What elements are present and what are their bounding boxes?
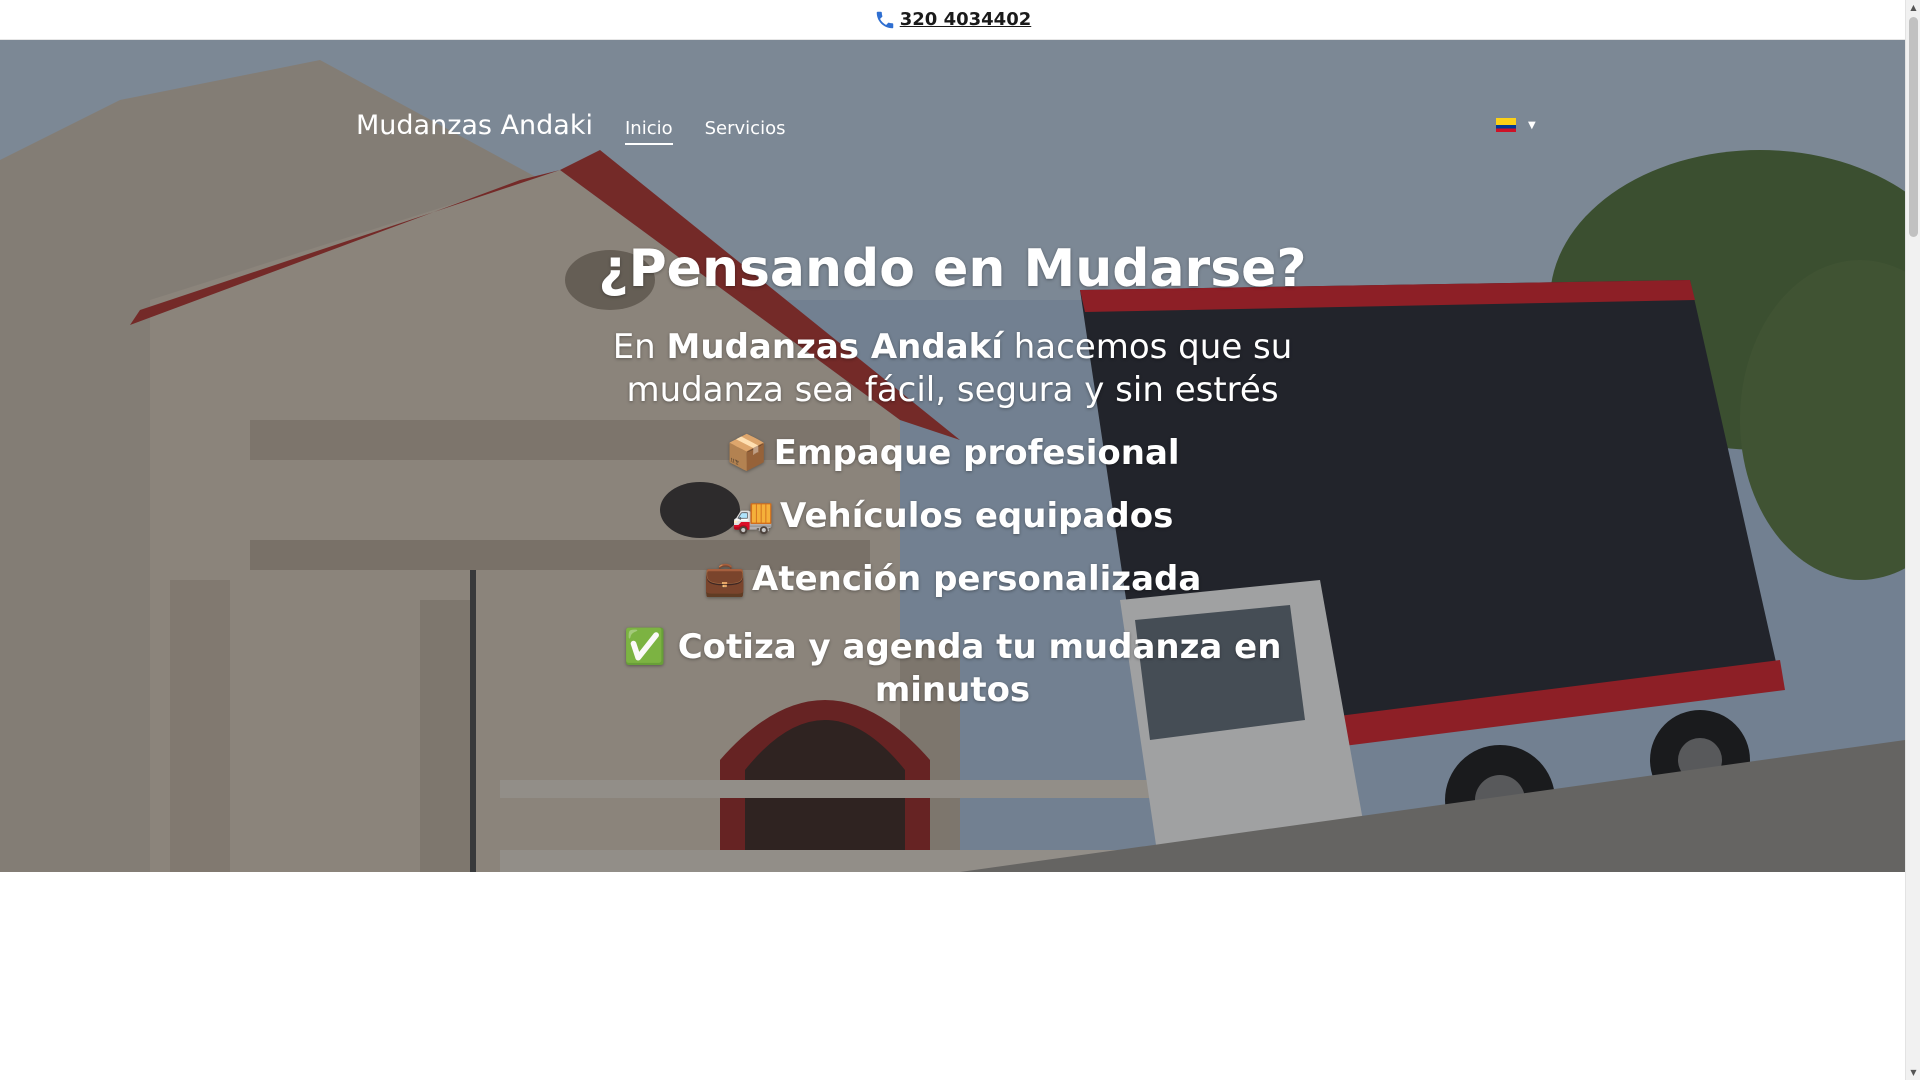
feature-attention: 💼 Atención personalizada	[560, 558, 1345, 601]
hero-headline: ¿Pensando en Mudarse?	[598, 239, 1307, 299]
phone-number: 320 4034402	[899, 9, 1032, 30]
scrollbar-thumb[interactable]	[1909, 17, 1918, 237]
page: 320 4034402 Mudanzas Andaki Inicio Servi…	[0, 0, 1905, 1080]
feature-vehicles-text: Vehículos equipados	[780, 495, 1174, 536]
nav-link-servicios[interactable]: Servicios	[705, 118, 786, 143]
main-nav: Mudanzas Andaki Inicio Servicios	[356, 110, 817, 146]
caret-down-icon: ▼	[1528, 119, 1536, 131]
lead-prefix: En	[612, 326, 667, 367]
feature-attention-text: Atención personalizada	[752, 558, 1202, 599]
page-scrollbar[interactable]: ▲ ▼	[1905, 0, 1920, 1080]
nav-link-inicio[interactable]: Inicio	[624, 118, 673, 145]
feature-packing-text: Empaque profesional	[773, 432, 1180, 473]
check-mark-icon: ✅	[623, 626, 666, 667]
package-icon: 📦	[725, 432, 768, 473]
brand-logo-text[interactable]: Mudanzas Andaki	[356, 110, 593, 141]
colombia-flag-icon	[1496, 118, 1516, 132]
hero-lead: En Mudanzas Andakí hacemos que su mudanz…	[560, 326, 1345, 412]
briefcase-icon: 💼	[703, 558, 747, 599]
hero-cta-text: Cotiza y agenda tu mudanza en minutos	[677, 626, 1282, 710]
language-selector[interactable]: ▼	[1496, 118, 1536, 132]
scroll-up-arrow-icon[interactable]: ▲	[1906, 0, 1920, 15]
hero-content: ¿Pensando en Mudarse? En Mudanzas Andakí…	[560, 239, 1345, 712]
feature-packing: 📦 Empaque profesional	[560, 432, 1345, 475]
phone-icon	[876, 11, 893, 28]
scroll-down-arrow-icon[interactable]: ▼	[1906, 1065, 1920, 1080]
top-contact-bar: 320 4034402	[0, 0, 1905, 40]
phone-link[interactable]: 320 4034402	[874, 9, 1032, 31]
lead-brand: Mudanzas Andakí	[666, 326, 1003, 367]
truck-icon: 🚚	[731, 495, 775, 536]
hero-cta: ✅ Cotiza y agenda tu mudanza en minutos	[560, 626, 1345, 712]
feature-vehicles: 🚚 Vehículos equipados	[560, 495, 1345, 538]
hero-section: Mudanzas Andaki Inicio Servicios ▼ ¿Pens…	[0, 40, 1905, 872]
